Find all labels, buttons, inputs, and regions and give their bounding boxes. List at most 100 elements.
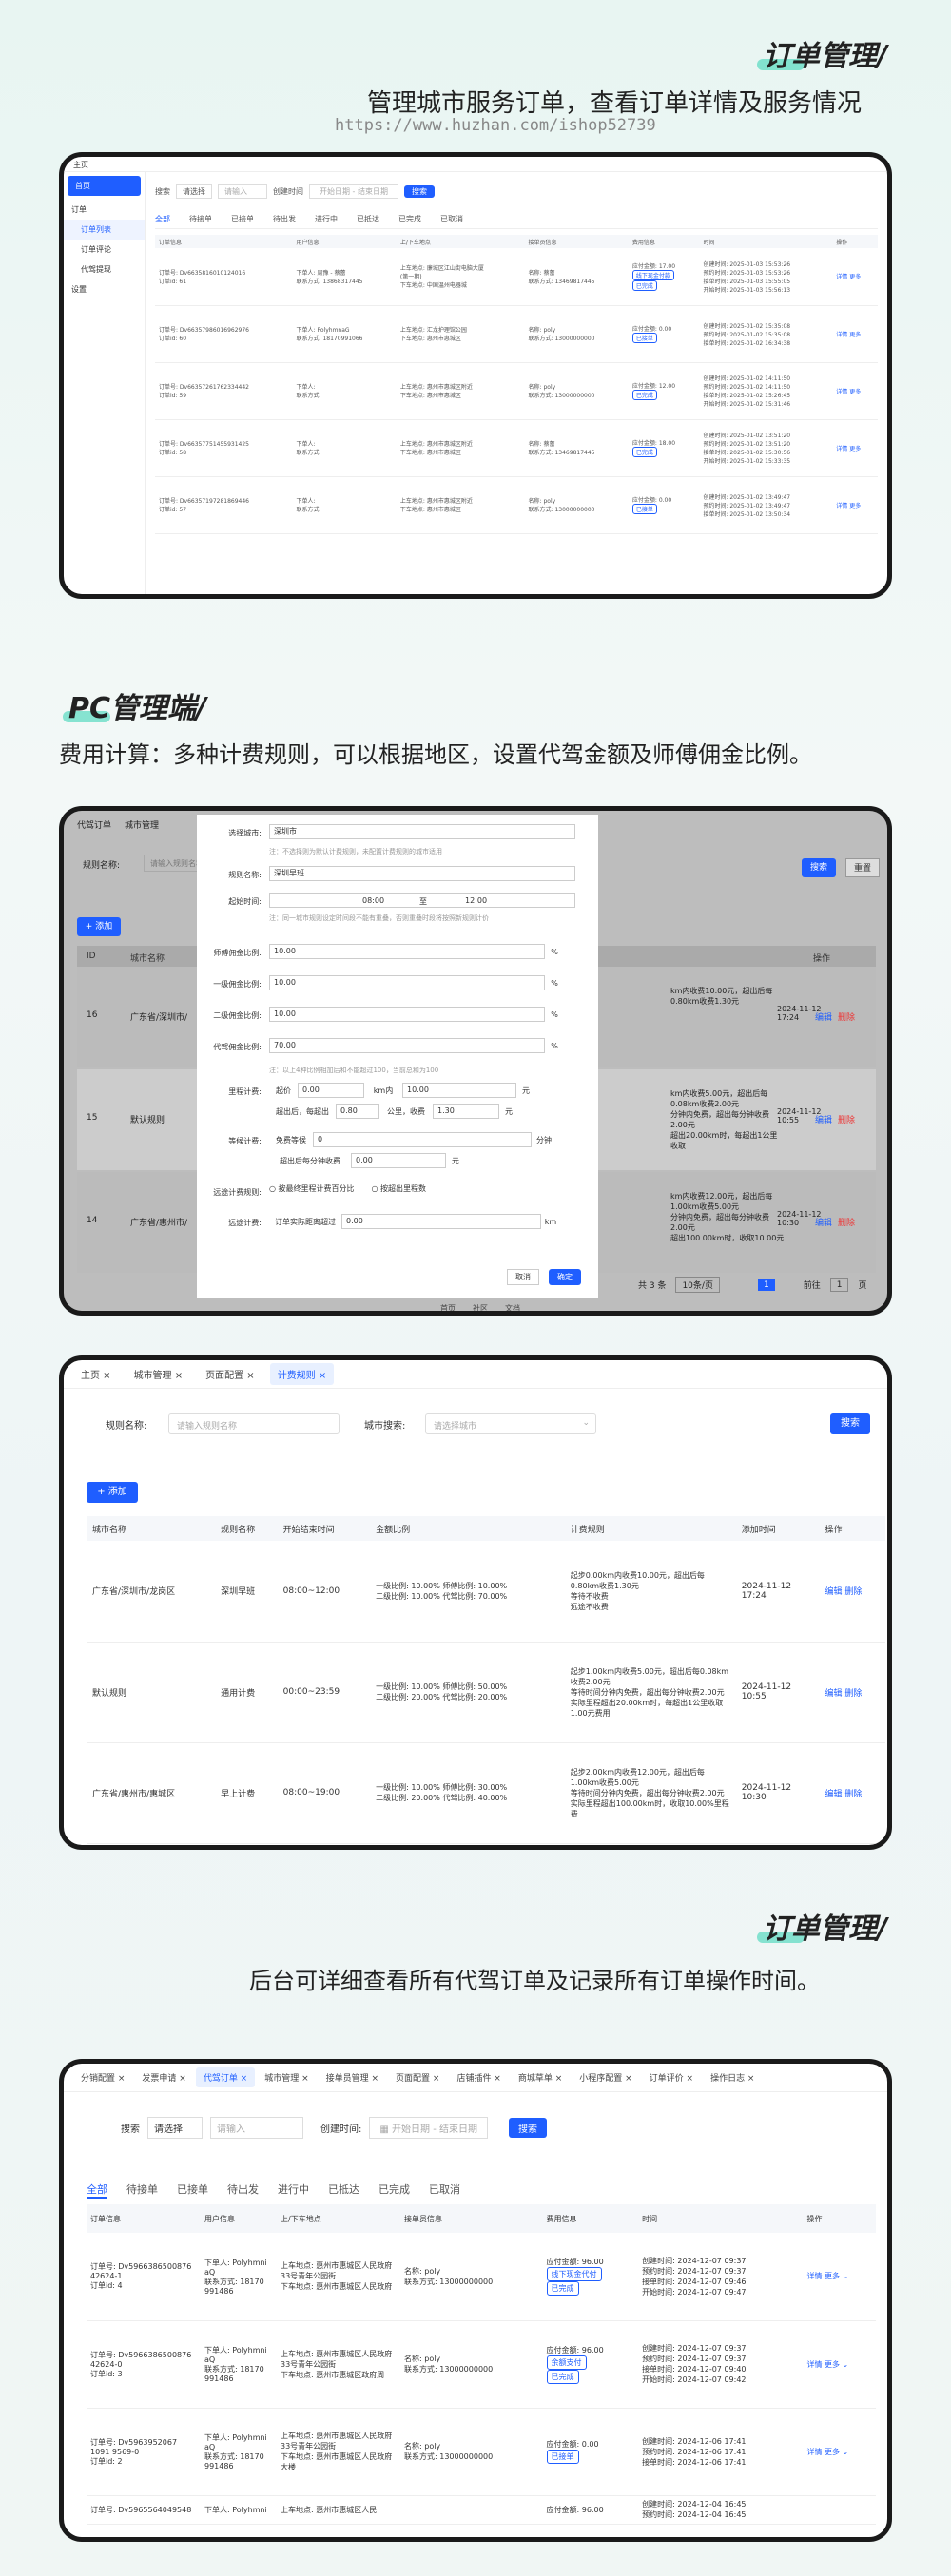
tab-city[interactable]: 城市管理 (125, 818, 159, 831)
search-button[interactable]: 搜索 (403, 184, 435, 198)
status-tab[interactable]: 全部 (155, 214, 170, 224)
detail-link[interactable]: 详情 (806, 2272, 822, 2280)
detail-link[interactable]: 详情 (836, 274, 847, 280)
status-tab[interactable]: 已取消 (440, 214, 463, 224)
page-tab[interactable]: 店铺插件 × (449, 2067, 508, 2087)
sidebar-item-home[interactable]: 首页 (68, 176, 141, 196)
detail-link[interactable]: 详情 (836, 446, 847, 452)
search-button[interactable]: 搜索 (802, 858, 836, 877)
status-tab[interactable]: 已完成 (378, 2182, 410, 2197)
page-tab[interactable]: 商城草单 × (511, 2067, 570, 2087)
search-button[interactable]: 搜索 (830, 1413, 870, 1434)
far-km-input[interactable]: 0.00 (341, 1214, 541, 1229)
add-button[interactable]: + 添加 (87, 1482, 138, 1503)
wait-price-input[interactable]: 0.00 (351, 1153, 446, 1168)
base-price-input[interactable]: 10.00 (402, 1083, 516, 1098)
search-input[interactable]: 请输入 (210, 2117, 303, 2139)
far-mode-radio-percent[interactable]: ○ 按最终里程计费百分比 (269, 1184, 355, 1193)
page-tab[interactable]: 页面配置 × (198, 1363, 262, 1385)
wait-free-input[interactable]: 0 (313, 1132, 532, 1147)
detail-link[interactable]: 详情 (836, 503, 847, 509)
page-tab[interactable]: 操作日志 × (703, 2067, 762, 2087)
ratio-input[interactable]: 10.00 (269, 944, 545, 959)
ratio-input[interactable]: 10.00 (269, 975, 545, 990)
more-link[interactable]: 更多 (849, 446, 861, 452)
detail-link[interactable]: 详情 (806, 2448, 822, 2456)
reset-button[interactable]: 重置 (845, 858, 880, 877)
status-tab[interactable]: 待接单 (126, 2182, 158, 2197)
edit-link[interactable]: 编辑 (815, 1010, 832, 1023)
page-tab[interactable]: 计费规则 × (269, 1363, 335, 1385)
status-tab[interactable]: 已完成 (398, 214, 421, 224)
status-tab[interactable]: 待出发 (273, 214, 296, 224)
ratio-input[interactable]: 10.00 (269, 1007, 545, 1022)
over-price-input[interactable]: 1.30 (433, 1104, 499, 1119)
delete-link[interactable]: 删除 (844, 1790, 862, 1799)
more-link[interactable]: 更多 ⌄ (825, 2360, 848, 2369)
rule-name-input[interactable]: 请输入规则名称 (168, 1413, 340, 1434)
delete-link[interactable]: 删除 (838, 1113, 855, 1125)
tab-driver-order[interactable]: 代驾订单 (77, 818, 111, 831)
status-tab[interactable]: 进行中 (315, 214, 338, 224)
confirm-button[interactable]: 确定 (549, 1269, 581, 1285)
search-input[interactable]: 请输入 (218, 183, 267, 199)
sidebar-item-withdraw[interactable]: 代驾提现 (64, 260, 145, 279)
pager-size[interactable]: 10条/页 (675, 1277, 720, 1293)
edit-link[interactable]: 编辑 (825, 1587, 843, 1597)
page-tab[interactable]: 发票申请 × (134, 2067, 193, 2087)
search-type-select[interactable]: 请选择 (176, 183, 212, 199)
footer-home[interactable]: 首页 (440, 1303, 456, 1311)
sidebar-item-order-comment[interactable]: 订单评论 (64, 240, 145, 260)
status-tab[interactable]: 待出发 (227, 2182, 259, 2197)
over-km-input[interactable]: 0.80 (336, 1104, 379, 1119)
more-link[interactable]: 更多 ⌄ (825, 2272, 848, 2280)
home-tab[interactable]: 主页 (73, 161, 88, 169)
status-tab[interactable]: 进行中 (278, 2182, 309, 2197)
page-tab[interactable]: 接单员管理 × (319, 2067, 386, 2087)
sidebar-item-settings[interactable]: 设置 (64, 279, 145, 299)
date-range[interactable]: 开始日期 - 结束日期 (309, 183, 398, 199)
rule-name-input[interactable]: 深圳早班 (269, 866, 575, 881)
far-mode-radio-km[interactable]: ○ 按超出里程数 (372, 1184, 427, 1193)
status-tab[interactable]: 已接单 (177, 2182, 208, 2197)
more-link[interactable]: 更多 (849, 503, 861, 509)
status-tab[interactable]: 待接单 (189, 214, 212, 224)
detail-link[interactable]: 详情 (836, 389, 847, 395)
more-link[interactable]: 更多 (849, 389, 861, 395)
page-tab[interactable]: 城市管理 × (257, 2067, 316, 2087)
detail-link[interactable]: 详情 (836, 332, 847, 338)
page-tab[interactable]: 城市管理 × (126, 1363, 191, 1385)
page-tab[interactable]: 代驾订单 × (195, 2067, 256, 2087)
date-range[interactable]: ▦ 开始日期 - 结束日期 (369, 2117, 488, 2139)
status-tab[interactable]: 已抵达 (357, 214, 379, 224)
ratio-input[interactable]: 70.00 (269, 1038, 545, 1053)
delete-link[interactable]: 删除 (844, 1689, 862, 1699)
search-button[interactable]: 搜索 (509, 2118, 547, 2138)
page-tab[interactable]: 页面配置 × (388, 2067, 447, 2087)
city-select[interactable]: 深圳市 (269, 824, 575, 839)
delete-link[interactable]: 删除 (838, 1216, 855, 1228)
detail-link[interactable]: 详情 (806, 2360, 822, 2369)
status-tab[interactable]: 已取消 (429, 2182, 460, 2197)
more-link[interactable]: 更多 (849, 332, 861, 338)
edit-link[interactable]: 编辑 (815, 1113, 832, 1125)
page-tab[interactable]: 分销配置 × (73, 2067, 132, 2087)
city-select[interactable]: 请选择城市 ⌄ (425, 1413, 596, 1434)
sidebar-item-order-list[interactable]: 订单列表 (64, 220, 145, 240)
delete-link[interactable]: 删除 (844, 1587, 862, 1597)
edit-link[interactable]: 编辑 (825, 1689, 843, 1699)
edit-link[interactable]: 编辑 (815, 1216, 832, 1228)
page-tab[interactable]: 主页 × (73, 1363, 119, 1385)
footer-community[interactable]: 社区 (473, 1303, 488, 1311)
footer-docs[interactable]: 文档 (505, 1303, 520, 1311)
sidebar-item-order[interactable]: 订单 (64, 200, 145, 220)
page-tab[interactable]: 订单评价 × (642, 2067, 701, 2087)
add-button[interactable]: + 添加 (77, 917, 121, 936)
delete-link[interactable]: 删除 (838, 1010, 855, 1023)
base-km-input[interactable]: 0.00 (298, 1083, 364, 1098)
page-tab[interactable]: 小程序配置 × (572, 2067, 639, 2087)
more-link[interactable]: 更多 ⌄ (825, 2448, 848, 2456)
status-tab[interactable]: 全部 (87, 2182, 107, 2199)
pager-current[interactable]: 1 (757, 1278, 775, 1291)
status-tab[interactable]: 已接单 (231, 214, 254, 224)
